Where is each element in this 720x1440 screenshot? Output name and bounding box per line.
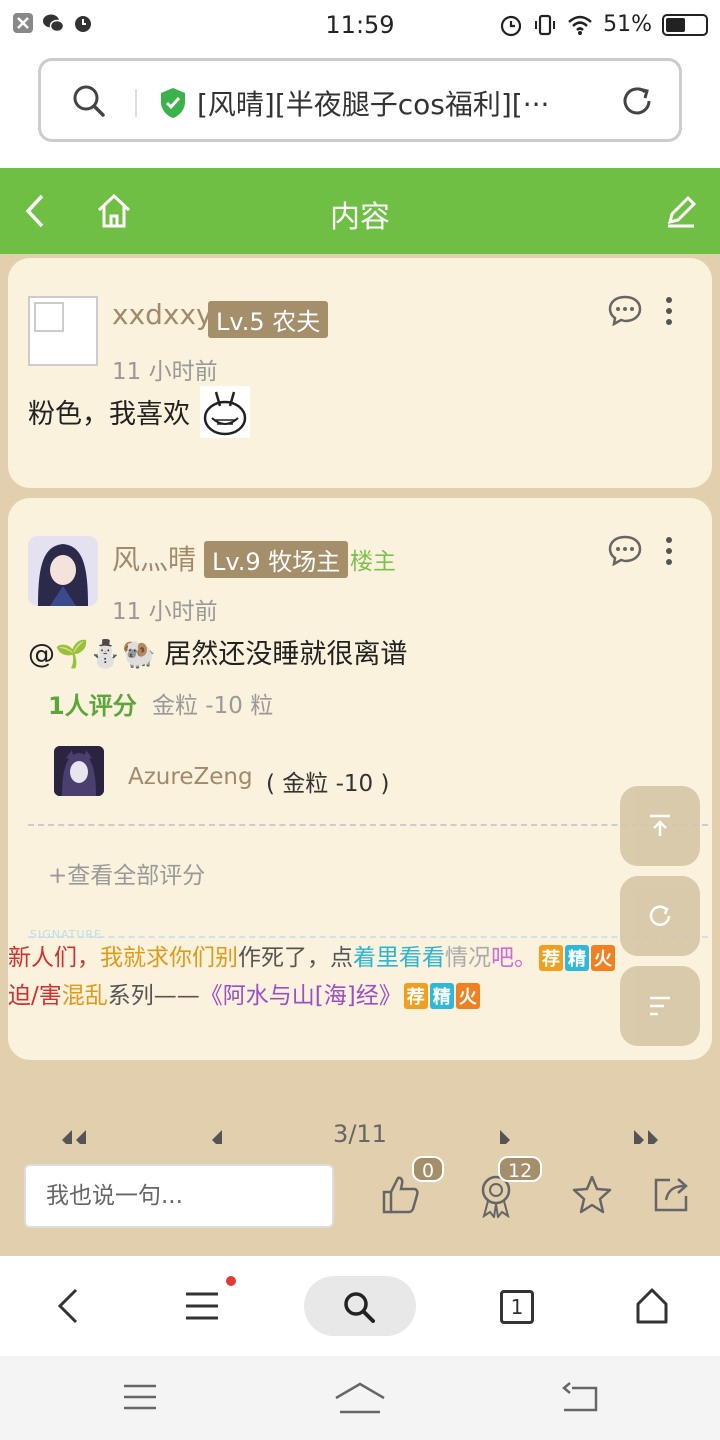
more-options-icon[interactable]	[664, 536, 674, 566]
battery-percent: 51%	[603, 12, 652, 37]
reload-icon[interactable]	[619, 83, 655, 119]
battery-icon	[662, 13, 708, 36]
signature-line: 新人们，我就求你们别作死了，点着里看看情况吧。荐精火	[8, 938, 615, 972]
refresh-icon	[649, 905, 671, 926]
comment-icon[interactable]	[608, 534, 642, 566]
share-icon[interactable]	[652, 1174, 692, 1214]
signature-segment[interactable]: 吧。	[491, 945, 537, 971]
browser-menu-icon[interactable]	[184, 1284, 220, 1328]
system-back-icon[interactable]	[560, 1382, 598, 1414]
post-time: 11 小时前	[112, 359, 218, 385]
signature-segment[interactable]: 系列——	[108, 983, 200, 1009]
signature-segment[interactable]: 情况	[445, 945, 491, 971]
username[interactable]: xxdxxy	[112, 298, 213, 331]
signature-segment[interactable]: 作死了，点	[238, 945, 353, 971]
arrow-to-top-icon	[650, 814, 670, 836]
signature-segment[interactable]: 《阿水与山[海]经》	[200, 983, 402, 1009]
signature-segment[interactable]: 混乱	[62, 983, 108, 1009]
menu-button[interactable]	[620, 966, 700, 1046]
system-navigation-bar	[0, 1356, 720, 1440]
emoji-sticker	[200, 386, 250, 438]
more-options-icon[interactable]	[664, 296, 674, 326]
post-time: 11 小时前	[112, 599, 218, 625]
post-tag-badge: 精	[429, 983, 454, 1009]
avatar[interactable]	[28, 536, 98, 606]
status-bar: 11:59 51%	[0, 0, 720, 50]
page-header: 内容	[0, 168, 720, 254]
rating-summary: 金粒 -10 粒	[152, 693, 274, 719]
secure-shield-icon	[161, 88, 185, 118]
list-icon	[650, 996, 670, 1016]
rating-count[interactable]: 1人评分	[48, 686, 137, 721]
url-bar[interactable]: [风晴][半夜腿子cos福利][···	[38, 58, 682, 142]
browser-toolbar: 1	[0, 1256, 720, 1356]
username[interactable]: 风灬晴	[112, 538, 196, 578]
page-title: 内容	[330, 200, 390, 235]
system-indicators: 51%	[499, 12, 708, 37]
wifi-icon	[568, 15, 592, 35]
system-home-icon[interactable]	[334, 1382, 386, 1414]
level-badge: Lv.9 牧场主	[204, 541, 349, 578]
recents-icon[interactable]	[122, 1382, 158, 1412]
comment-icon[interactable]	[608, 294, 642, 326]
notification-dot	[226, 1276, 236, 1286]
browser-search-button[interactable]	[304, 1276, 416, 1336]
tabs-button[interactable]: 1	[500, 1290, 534, 1324]
signature-line: 迫/害混乱系列——《阿水与山[海]经》荐精火	[8, 976, 480, 1010]
url-divider	[135, 89, 137, 117]
edit-pencil-icon[interactable]	[664, 192, 698, 230]
host-tag: 楼主	[350, 549, 396, 575]
post-text: 粉色，我喜欢	[28, 399, 190, 430]
signature-segment[interactable]: 着里看看	[353, 945, 445, 971]
browser-back-icon[interactable]	[56, 1284, 80, 1328]
scroll-top-button[interactable]	[620, 786, 700, 866]
search-icon[interactable]	[71, 83, 107, 119]
like-count: 0	[412, 1156, 445, 1182]
url-text[interactable]: [风晴][半夜腿子cos福利][···	[197, 83, 597, 123]
reply-bar: 我也说一句... 0 12	[0, 1144, 720, 1256]
post-card: 风灬晴 Lv.9 牧场主 楼主 11 小时前 @🌱⛄🐏 居然还没睡就很离谱 1人…	[8, 498, 712, 1060]
vibrate-icon	[535, 14, 556, 35]
signature-segment[interactable]: 我就求你们别	[100, 945, 238, 971]
post-tag-badge: 火	[455, 983, 480, 1009]
award-count: 12	[498, 1156, 543, 1182]
signature-segment[interactable]: 迫/害	[8, 983, 62, 1009]
search-icon	[344, 1292, 375, 1323]
post-card: xxdxxy Lv.5 农夫 11 小时前 粉色，我喜欢	[8, 258, 712, 488]
divider	[28, 824, 708, 826]
rater-avatar[interactable]	[54, 746, 104, 796]
browser-home-icon[interactable]	[634, 1284, 670, 1328]
view-all-ratings-link[interactable]: +查看全部评分	[48, 856, 205, 890]
star-icon[interactable]	[572, 1174, 612, 1214]
rater-value: ( 金粒 -10 )	[266, 771, 390, 797]
level-badge: Lv.5 农夫	[208, 301, 329, 338]
thumbs-up-icon[interactable]	[380, 1174, 420, 1214]
post-tag-badge: 荐	[403, 983, 428, 1009]
avatar[interactable]	[28, 296, 98, 366]
refresh-button[interactable]	[620, 876, 700, 956]
alarm-clock-icon	[500, 15, 522, 36]
post-tag-badge: 精	[565, 945, 589, 971]
rater-name[interactable]: AzureZeng	[128, 764, 253, 790]
reply-input[interactable]: 我也说一句...	[24, 1164, 334, 1228]
post-tag-badge: 荐	[539, 945, 563, 971]
post-text: @🌱⛄🐏 居然还没睡就很离谱	[28, 639, 408, 670]
post-tag-badge: 火	[591, 945, 615, 971]
signature-segment[interactable]: 新人们，	[8, 945, 100, 971]
